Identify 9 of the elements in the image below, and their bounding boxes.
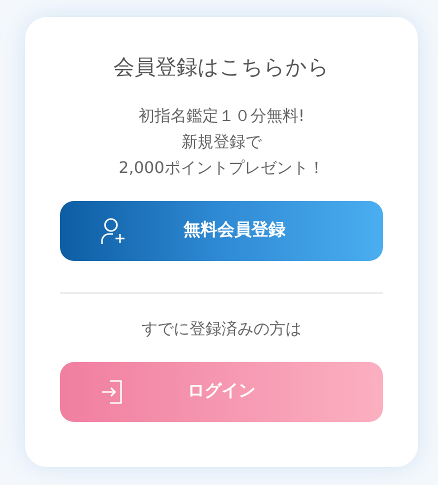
login-prompt: すでに登録済みの方は [142,318,302,340]
user-add-icon [100,217,126,245]
promo-text: 初指名鑑定１０分無料! [138,105,305,127]
login-button[interactable]: ログイン [60,362,383,422]
promo-text: 新規登録で [182,131,262,153]
register-button[interactable]: 無料会員登録 [60,201,383,261]
heading: 会員登録はこちらから [114,54,330,81]
promo-text: 2,000ポイントプレゼント！ [118,157,324,179]
login-icon [100,379,124,405]
